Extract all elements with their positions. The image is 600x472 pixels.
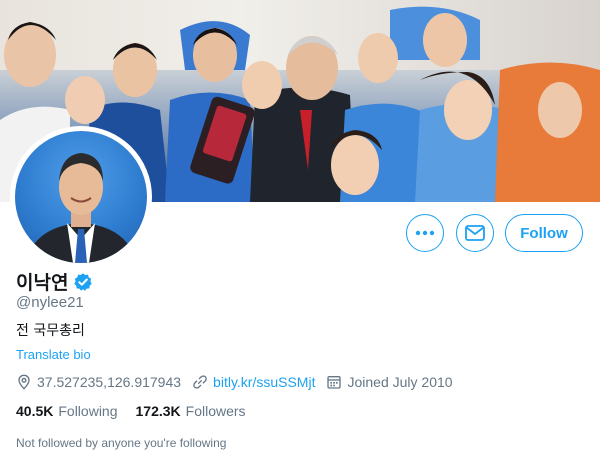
website-link[interactable]: bitly.kr/ssuSSMjt bbox=[213, 374, 315, 390]
envelope-icon bbox=[465, 225, 485, 241]
avatar-photo bbox=[25, 153, 137, 263]
profile-meta-row: 37.527235,126.917943 bitly.kr/ssuSSMjt J… bbox=[16, 374, 464, 390]
joined-date: Joined July 2010 bbox=[347, 374, 453, 390]
profile-handle: @nylee21 bbox=[16, 294, 84, 311]
followers-count: 172.3K bbox=[135, 403, 181, 419]
joined-item: Joined July 2010 bbox=[326, 374, 453, 390]
website-item: bitly.kr/ssuSSMjt bbox=[192, 374, 315, 390]
profile-stats: 40.5K Following 172.3K Followers bbox=[16, 403, 246, 419]
profile-name-row: 이낙연 bbox=[16, 268, 93, 295]
link-icon bbox=[193, 375, 207, 389]
follow-button[interactable]: Follow bbox=[505, 214, 583, 252]
following-label: Following bbox=[58, 403, 118, 419]
profile-bio: 전 국무총리 bbox=[16, 323, 85, 339]
message-button[interactable] bbox=[456, 214, 494, 252]
not-followed-notice: Not followed by anyone you're following bbox=[16, 436, 227, 450]
profile-name: 이낙연 bbox=[16, 272, 69, 294]
location-text: 37.527235,126.917943 bbox=[37, 374, 182, 390]
location-item: 37.527235,126.917943 bbox=[16, 374, 181, 390]
more-options-button[interactable] bbox=[406, 214, 444, 252]
following-stat[interactable]: 40.5K Following bbox=[16, 403, 118, 419]
location-pin-icon bbox=[18, 374, 30, 390]
calendar-icon bbox=[327, 376, 342, 389]
following-count: 40.5K bbox=[16, 403, 54, 419]
verified-badge-icon bbox=[74, 272, 93, 291]
followers-stat[interactable]: 172.3K Followers bbox=[136, 403, 246, 419]
more-icon bbox=[415, 230, 435, 236]
avatar[interactable] bbox=[15, 131, 147, 263]
followers-label: Followers bbox=[185, 403, 246, 419]
translate-bio-link[interactable]: Translate bio bbox=[16, 347, 91, 362]
